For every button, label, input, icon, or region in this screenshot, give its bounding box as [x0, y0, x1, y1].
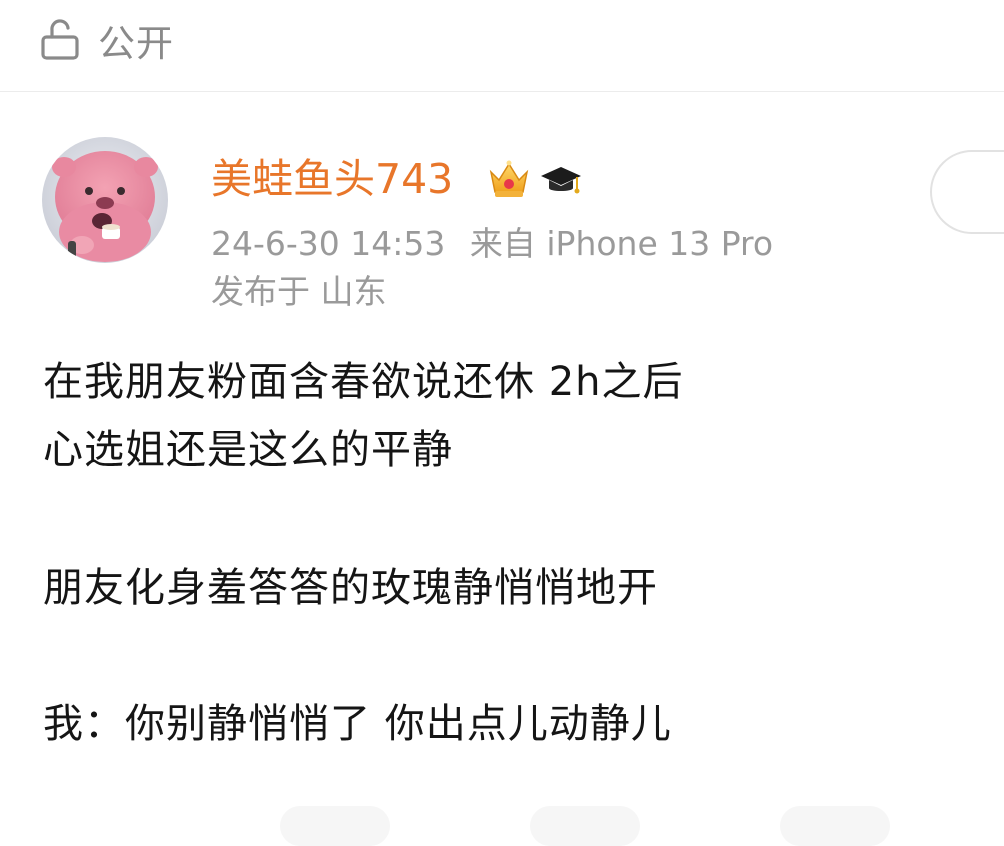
- action-placeholder: [780, 806, 890, 846]
- avatar-image: [42, 137, 168, 263]
- visibility-label: 公开: [98, 22, 174, 65]
- post-text-line: 朋友化身羞答答的玫瑰静悄悄地开: [43, 565, 658, 611]
- follow-button[interactable]: [930, 150, 1004, 234]
- post-text-line: 心选姐还是这么的平静: [43, 427, 453, 473]
- crown-icon[interactable]: [487, 158, 531, 200]
- visibility-bar[interactable]: 公开: [0, 0, 1004, 92]
- action-placeholder: [530, 806, 640, 846]
- action-placeholder: [280, 806, 390, 846]
- avatar[interactable]: [42, 137, 168, 263]
- post-text-line: 在我朋友粉面含春欲说还休 2h之后: [43, 359, 684, 405]
- post-text-line: 我：你别静悄悄了 你出点儿动静儿: [43, 701, 672, 747]
- post-meta: 24-6-30 14:53 来自 iPhone 13 Pro: [211, 222, 773, 266]
- graduation-cap-icon[interactable]: [539, 164, 583, 198]
- post-source: 来自 iPhone 13 Pro: [469, 224, 774, 263]
- author-name[interactable]: 美蛙鱼头743: [211, 153, 453, 205]
- post-location: 发布于 山东: [211, 272, 387, 311]
- post-timestamp: 24-6-30 14:53: [211, 224, 446, 263]
- lock-open-icon: [41, 19, 79, 60]
